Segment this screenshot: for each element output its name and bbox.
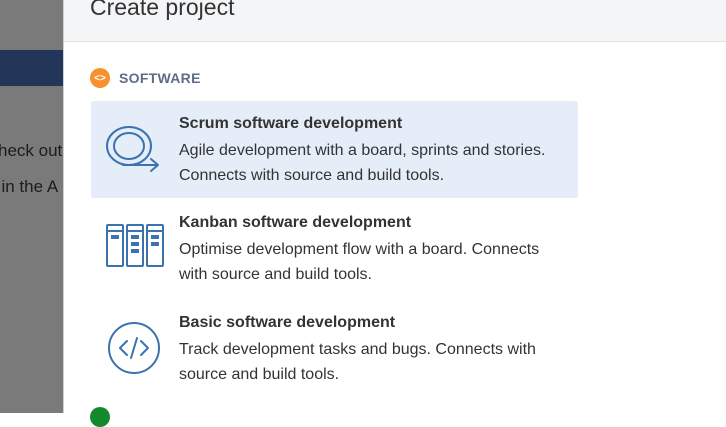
background-text-line: t in the A [0, 177, 59, 196]
section-label: SOFTWARE [119, 70, 201, 86]
code-brackets-icon: <> [90, 68, 110, 88]
create-project-dialog: Create project <> SOFTWARE Scrum softwar… [63, 0, 726, 427]
scrum-cycle-icon [106, 126, 159, 172]
background-nav-bar [0, 50, 64, 86]
code-icon [108, 322, 160, 374]
kanban-board-icon [106, 224, 164, 267]
option-description: Track development tasks and bugs. Connec… [179, 341, 536, 383]
dialog-title: Create project [90, 0, 235, 20]
option-description: Optimise development flow with a board. … [179, 241, 540, 283]
option-title: Scrum software development [179, 115, 403, 132]
option-title: Basic software development [179, 314, 396, 331]
dialog-header: Create project [64, 0, 726, 42]
background-text-line: heck out [0, 141, 63, 160]
next-section-badge [90, 407, 110, 427]
project-type-option-basic[interactable]: Basic software development Track develop… [91, 300, 578, 397]
option-description: Agile development with a board, sprints … [179, 142, 546, 184]
section-header-software: <> SOFTWARE [90, 68, 201, 88]
option-title: Kanban software development [179, 214, 412, 231]
project-type-option-scrum[interactable]: Scrum software development Agile develop… [91, 101, 578, 198]
project-type-option-kanban[interactable]: Kanban software development Optimise dev… [91, 200, 578, 297]
